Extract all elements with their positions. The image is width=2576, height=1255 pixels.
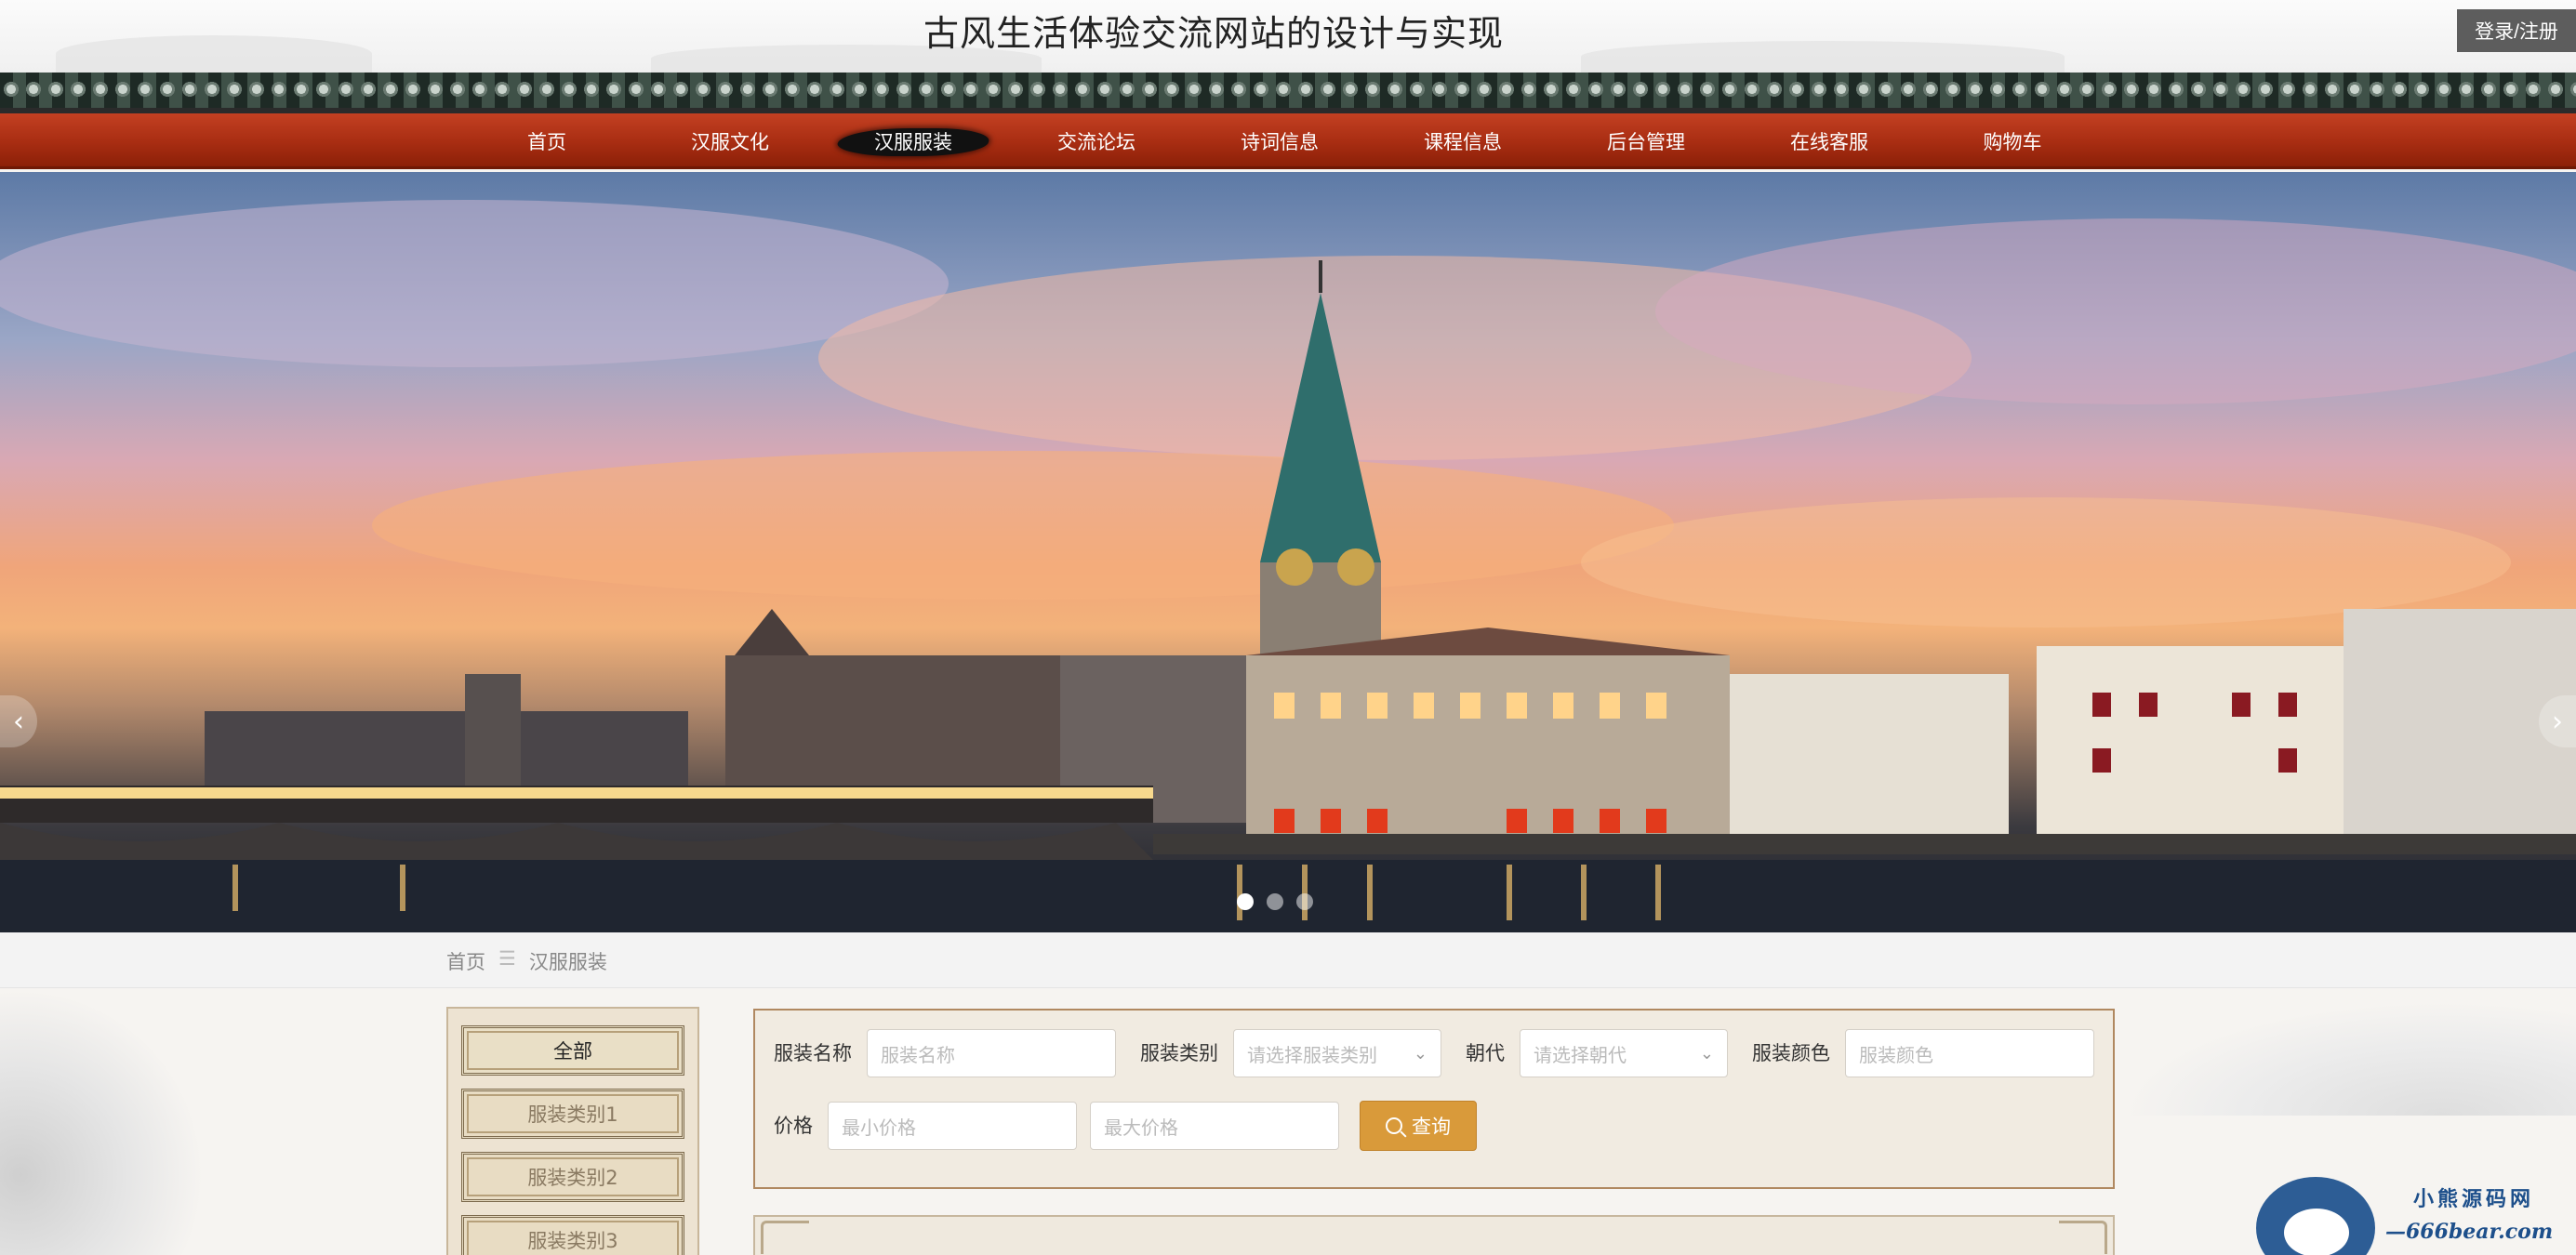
nav-item-hanfu-culture[interactable]: 汉服文化 — [651, 113, 809, 169]
nav-item-label: 课程信息 — [1424, 131, 1502, 153]
clothing-category-label: 服装类别 — [1140, 1042, 1218, 1064]
chevron-down-icon: ⌄ — [1413, 1043, 1427, 1063]
bear-logo-icon — [2256, 1177, 2375, 1255]
nav-item-label: 诗词信息 — [1241, 131, 1319, 153]
category-button[interactable]: 服装类别2 — [461, 1152, 684, 1202]
nav-item-online-service[interactable]: 在线客服 — [1750, 113, 1908, 169]
frame-corner-ornament — [761, 1221, 809, 1254]
clothing-list-frame — [753, 1215, 2115, 1255]
breadcrumb: 首页 ☰ 汉服服装 — [446, 947, 607, 975]
roof-tile-border — [0, 73, 2576, 113]
price-label: 价格 — [774, 1115, 813, 1137]
category-button[interactable]: 服装类别1 — [461, 1089, 684, 1139]
hero-carousel[interactable]: ‹ › — [0, 172, 2576, 932]
dynasty-label: 朝代 — [1466, 1042, 1505, 1064]
breadcrumb-current: 汉服服装 — [528, 951, 607, 973]
ink-mountain-decoration — [0, 988, 205, 1255]
watermark-logo: 小熊源码网 —666bear.com— — [2251, 1173, 2567, 1255]
search-icon — [1386, 1117, 1402, 1134]
nav-item-cart[interactable]: 购物车 — [1933, 113, 2091, 169]
nav-item-label: 在线客服 — [1790, 131, 1868, 153]
max-price-input[interactable]: 最大价格 — [1090, 1102, 1339, 1150]
frame-corner-ornament — [2059, 1221, 2107, 1254]
login-register-button[interactable]: 登录/注册 — [2457, 9, 2576, 52]
dynasty-select[interactable]: 请选择朝代 ⌄ — [1520, 1029, 1728, 1077]
watermark-en-text: —666bear.com— — [2385, 1220, 2554, 1255]
carousel-indicators — [1237, 893, 1313, 910]
chevron-down-icon: ⌄ — [1699, 1043, 1714, 1063]
breadcrumb-separator-icon: ☰ — [498, 947, 516, 970]
category-all-button[interactable]: 全部 — [461, 1025, 684, 1076]
main-nav: 首页 汉服文化 汉服服装 交流论坛 诗词信息 课程信息 后台管理 在线客服 购物… — [0, 113, 2576, 169]
nav-item-label: 后台管理 — [1607, 131, 1685, 153]
clothing-color-label: 服装颜色 — [1752, 1042, 1830, 1064]
nav-item-home[interactable]: 首页 — [468, 113, 626, 169]
city-skyline-image — [0, 200, 2576, 932]
min-price-input[interactable]: 最小价格 — [828, 1102, 1077, 1150]
clothing-name-input[interactable]: 服装名称 — [867, 1029, 1116, 1077]
nav-item-label: 首页 — [527, 131, 566, 153]
dynasty-placeholder: 请选择朝代 — [1534, 1043, 1627, 1066]
ink-mountain-decoration — [2130, 1004, 2576, 1116]
category-sidebar: 全部 服装类别1 服装类别2 服装类别3 — [446, 1007, 699, 1255]
clothing-category-placeholder: 请选择服装类别 — [1247, 1043, 1377, 1066]
nav-item-forum[interactable]: 交流论坛 — [1017, 113, 1175, 169]
site-title: 古风生活体验交流网站的设计与实现 — [923, 13, 1504, 54]
clothing-name-label: 服装名称 — [774, 1042, 852, 1064]
nav-item-label: 购物车 — [1983, 131, 2042, 153]
carousel-dot[interactable] — [1237, 893, 1254, 910]
category-button[interactable]: 服装类别3 — [461, 1215, 684, 1255]
nav-item-label: 交流论坛 — [1057, 131, 1135, 153]
carousel-dot[interactable] — [1267, 893, 1283, 910]
watermark-cn-text: 小熊源码网 — [2413, 1187, 2535, 1211]
nav-item-label: 汉服服装 — [874, 131, 952, 153]
breadcrumb-home-link[interactable]: 首页 — [446, 947, 485, 975]
nav-item-poetry[interactable]: 诗词信息 — [1201, 113, 1359, 169]
nav-item-courses[interactable]: 课程信息 — [1384, 113, 1542, 169]
query-button[interactable]: 查询 — [1360, 1101, 1477, 1151]
breadcrumb-bar: 首页 ☰ 汉服服装 — [0, 932, 2576, 988]
carousel-dot[interactable] — [1296, 893, 1313, 910]
nav-item-admin[interactable]: 后台管理 — [1567, 113, 1725, 169]
query-button-label: 查询 — [1412, 1116, 1451, 1138]
search-panel: 服装名称 服装名称 服装类别 请选择服装类别 ⌄ 朝代 请选择朝代 ⌄ 服装颜色… — [753, 1009, 2115, 1189]
nav-item-label: 汉服文化 — [691, 131, 769, 153]
clothing-category-select[interactable]: 请选择服装类别 ⌄ — [1233, 1029, 1441, 1077]
nav-item-hanfu-clothing[interactable]: 汉服服装 — [834, 113, 992, 169]
site-header: 古风生活体验交流网站的设计与实现 登录/注册 — [0, 0, 2576, 73]
clothing-color-input[interactable]: 服装颜色 — [1845, 1029, 2094, 1077]
